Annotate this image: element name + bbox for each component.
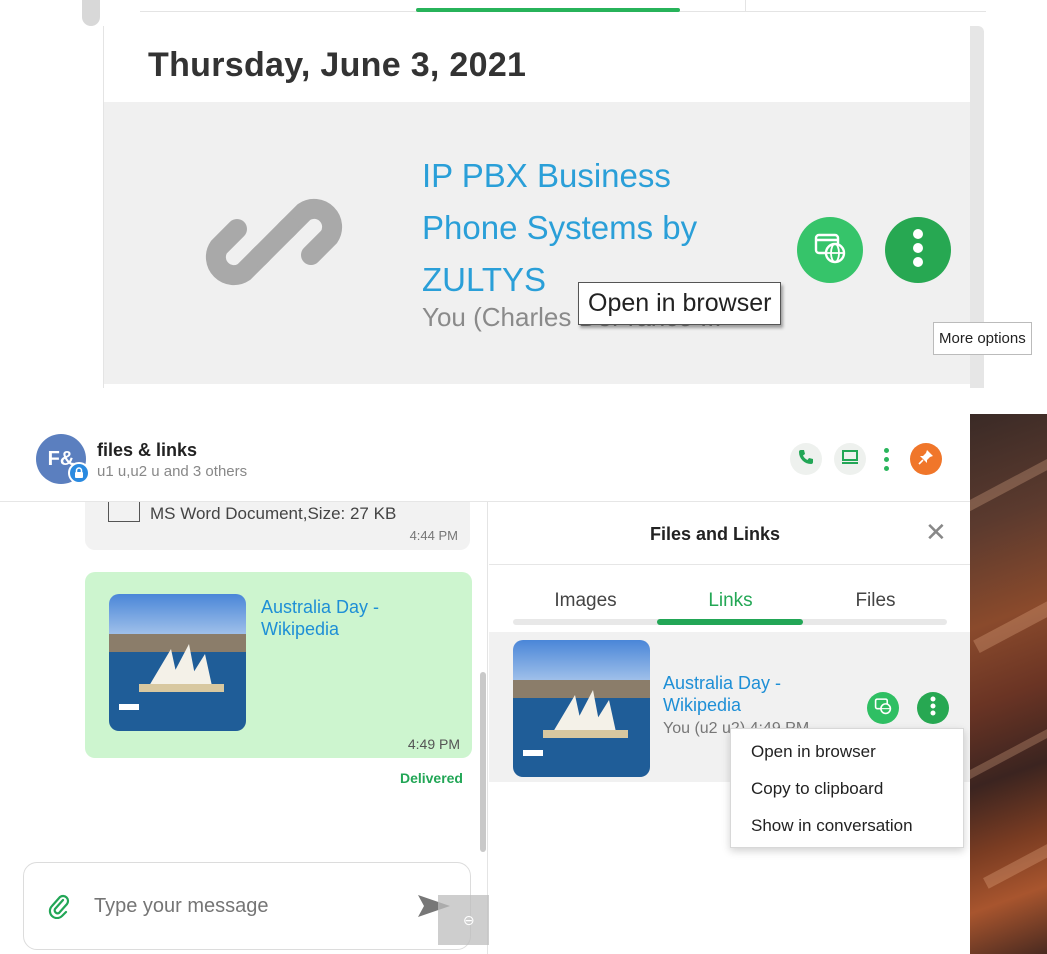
scrollbar-thumb[interactable] [480,672,486,852]
pin-icon [918,449,934,470]
attachment-icon[interactable] [48,893,70,924]
link-thumbnail-image [109,594,246,731]
chat-window: F& files & links u1 u,u2 u and 3 others [0,414,970,954]
message-composer [23,862,471,950]
menu-item-copy-to-clipboard[interactable]: Copy to clipboard [751,779,883,799]
message-time: 4:49 PM [407,736,460,752]
open-in-browser-tooltip: Open in browser [578,282,782,325]
screenshot-root: Thursday, June 3, 2021 IP PBX Business P… [0,0,1047,954]
message-input[interactable] [94,895,394,918]
chat-header: F& files & links u1 u,u2 u and 3 others [0,414,970,502]
zoomed-link-preview: Thursday, June 3, 2021 IP PBX Business P… [0,0,1047,392]
panel-title: Files and Links [649,524,781,544]
chat-title: files & links [97,440,198,460]
date-heading: Thursday, June 3, 2021 [148,46,527,84]
call-button[interactable] [790,443,822,475]
active-tab-indicator [416,8,680,12]
screen-share-button[interactable] [834,443,866,475]
pin-button[interactable] [910,443,942,475]
tab-files[interactable]: Files [803,590,948,612]
browser-globe-icon [874,697,892,720]
desktop-wallpaper-image [970,414,1047,954]
document-icon [108,502,140,522]
link-message[interactable]: Australia Day - Wikipedia 4:49 PM [85,572,472,758]
menu-item-show-in-conversation[interactable]: Show in conversation [751,816,913,836]
link-thumbnail-image [513,640,650,777]
more-vertical-icon [930,696,936,721]
open-in-browser-button[interactable] [797,217,863,283]
link-title[interactable]: Australia Day - Wikipedia [663,672,863,716]
call-icon [797,448,815,471]
context-menu: Open in browser Copy to clipboard Show i… [730,728,964,848]
zoom-out-icon[interactable]: ⊖ [463,912,475,929]
tab-underline-strip [140,0,986,12]
browser-globe-icon [813,231,847,270]
link-title[interactable]: Australia Day - Wikipedia [261,596,461,640]
divider [489,564,970,565]
files-and-links-panel: Files and Links ✕ Images Links Files Aus… [489,502,970,954]
chat-participants[interactable]: u1 u,u2 u and 3 others [97,463,247,480]
open-in-browser-button[interactable] [867,692,899,724]
close-icon[interactable]: ✕ [925,519,947,545]
link-icon [204,172,344,312]
link-item-large[interactable]: IP PBX Business Phone Systems by ZULTYS … [104,102,971,384]
file-message[interactable]: MS Word Document,Size: 27 KB 4:44 PM [85,502,470,550]
more-options-button[interactable] [885,217,951,283]
lock-icon [68,462,90,484]
more-options-button[interactable] [917,692,949,724]
link-day-group: Thursday, June 3, 2021 IP PBX Business P… [103,26,971,388]
screen-share-icon [841,449,859,470]
more-vertical-icon[interactable] [878,443,894,475]
scrollbar-thumb[interactable] [82,0,100,26]
more-vertical-icon [911,228,925,273]
tab-links[interactable]: Links [658,590,803,612]
file-info: MS Word Document,Size: 27 KB [150,504,397,523]
message-time: 4:44 PM [409,528,458,543]
divider [745,0,746,12]
active-tab-indicator [657,619,803,625]
more-options-tooltip: More options [933,322,1032,355]
delivery-status: Delivered [399,770,463,786]
conversation-pane: MS Word Document,Size: 27 KB 4:44 PM Aus… [0,502,636,954]
menu-item-open-in-browser[interactable]: Open in browser [751,742,876,762]
tab-images[interactable]: Images [513,590,658,612]
